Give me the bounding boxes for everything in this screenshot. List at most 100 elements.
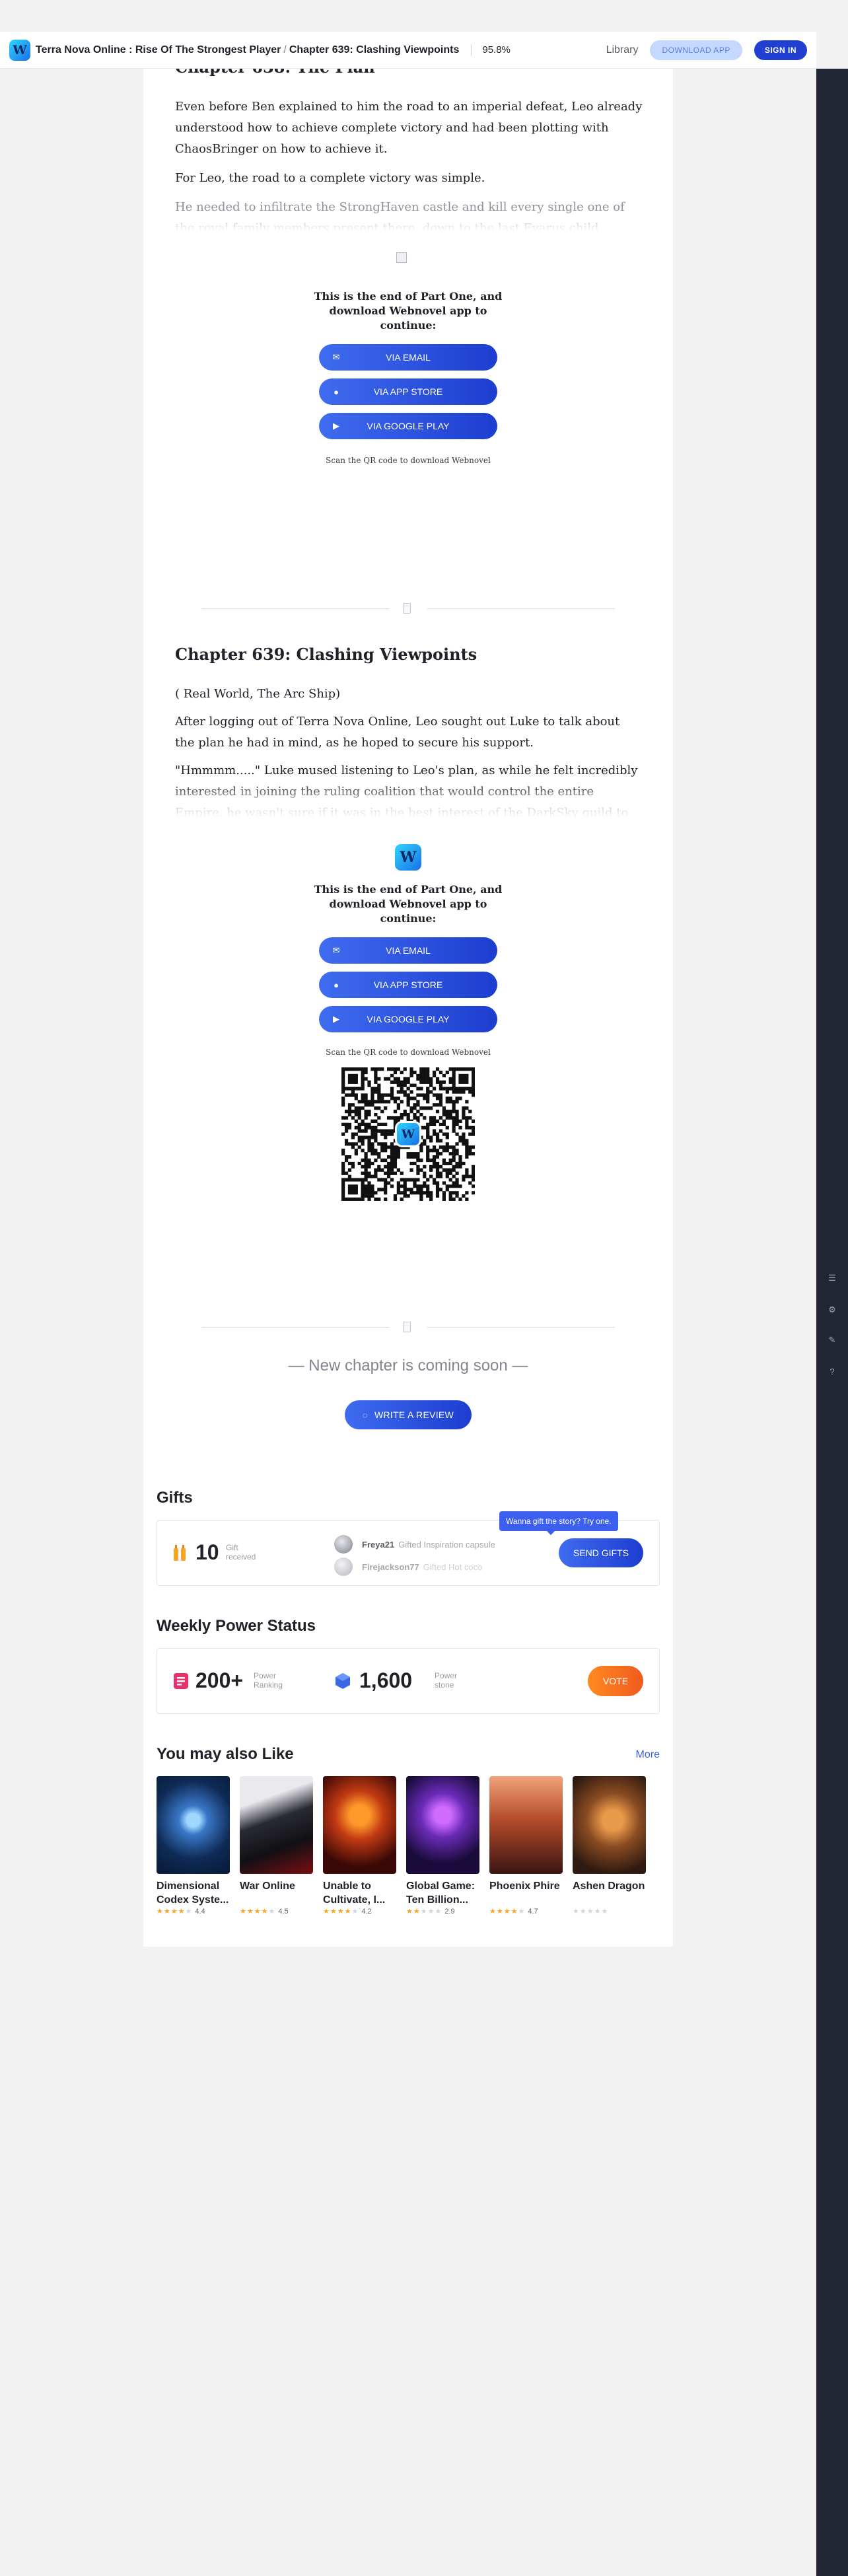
- chapter-divider: [201, 1322, 615, 1332]
- qr-code: W: [339, 1065, 477, 1203]
- right-tool-rail: ☰ ⚙ ✎ ?: [816, 69, 848, 2576]
- book-title[interactable]: Global Game: Ten Billion...: [406, 1879, 479, 1907]
- google-play-icon: ▶: [333, 421, 339, 431]
- power-card: 200+ Power Ranking 1,600 Power stone VOTE: [157, 1648, 660, 1714]
- divider: [471, 44, 472, 56]
- book-card[interactable]: War Online ★★★★★ 4.5: [240, 1776, 313, 1915]
- more-link[interactable]: More: [636, 1749, 660, 1761]
- via-email-label: VIA EMAIL: [386, 352, 431, 363]
- rating-stars: ★★★★★ 4.5: [240, 1908, 289, 1915]
- rating-stars: ★★★★★ 2.9: [406, 1908, 455, 1915]
- coming-soon-text: — New chapter is coming soon —: [288, 1357, 528, 1375]
- table-of-contents-icon[interactable]: ☰: [828, 1273, 837, 1283]
- book-card[interactable]: Unable to Cultivate, I... ★★★★★ 4.2: [323, 1776, 396, 1915]
- download-app-button[interactable]: DOWNLOAD APP: [650, 40, 742, 60]
- paragraph: For Leo, the road to a complete victory …: [175, 171, 485, 185]
- report-icon[interactable]: ✎: [828, 1336, 837, 1345]
- top-bar: W Terra Nova Online : Rise Of The Strong…: [0, 32, 816, 69]
- via-app-store-button[interactable]: ● VIA APP STORE: [319, 972, 497, 998]
- book-icon: [403, 603, 411, 614]
- via-email-button[interactable]: ✉ VIA EMAIL: [319, 344, 497, 371]
- sign-in-button[interactable]: SIGN IN: [754, 40, 807, 60]
- broken-image-icon: [396, 252, 407, 263]
- settings-icon[interactable]: ⚙: [828, 1305, 837, 1314]
- breadcrumb-separator: /: [283, 44, 287, 55]
- avatar[interactable]: [334, 1557, 353, 1576]
- google-play-icon: ▶: [333, 1014, 339, 1024]
- book-cover[interactable]: [157, 1776, 230, 1874]
- email-icon: ✉: [332, 945, 340, 955]
- weekly-power-title: Weekly Power Status: [157, 1617, 316, 1635]
- book-card[interactable]: Ashen Dragon ★★★★★: [573, 1776, 646, 1915]
- reading-progress: 95.8%: [482, 44, 511, 55]
- locked-paragraph: He needed to infiltrate the StrongHaven …: [175, 200, 625, 231]
- gift-count: 10: [195, 1540, 219, 1564]
- locked-paragraph: "Hmmmm....." Luke mused listening to Leo…: [175, 764, 638, 818]
- apple-icon: ●: [334, 386, 339, 397]
- unlock-prompt-title: This is the end of Part One, and downloa…: [314, 290, 503, 332]
- help-icon[interactable]: ?: [828, 1367, 837, 1377]
- gifter-name[interactable]: Firejackson77: [362, 1562, 419, 1572]
- via-app-store-label: VIA APP STORE: [373, 386, 443, 397]
- library-link[interactable]: Library: [606, 44, 639, 56]
- webnovel-logo[interactable]: W: [9, 39, 30, 61]
- power-stone-label: Power stone: [435, 1671, 458, 1690]
- paragraph: After logging out of Terra Nova Online, …: [175, 715, 620, 750]
- gift-icon: [174, 1545, 186, 1561]
- gift-action: Gifted Inspiration capsule: [398, 1539, 495, 1550]
- via-google-play-button[interactable]: ▶ VIA GOOGLE PLAY: [319, 413, 497, 439]
- chapter-639-title: Chapter 639: Clashing Viewpoints: [175, 645, 477, 664]
- gift-action: Gifted Hot coco: [423, 1561, 483, 1572]
- via-app-store-label: VIA APP STORE: [373, 980, 443, 990]
- qr-note: Scan the QR code to download Webnovel: [326, 1048, 491, 1057]
- gifts-card: 10 Gift received Freya21 Gifted Inspiratio…: [157, 1511, 660, 1586]
- recommend-title: You may also Like: [157, 1745, 294, 1763]
- book-title[interactable]: Phoenix Phire: [489, 1879, 563, 1907]
- via-app-store-button[interactable]: ● VIA APP STORE: [319, 378, 497, 405]
- chapter-title: Chapter 639: Clashing Viewpoints: [289, 44, 460, 55]
- via-email-button[interactable]: ✉ VIA EMAIL: [319, 937, 497, 964]
- gift-entry: Freya21 Gifted Inspiration capsule: [334, 1535, 495, 1554]
- book-card[interactable]: Global Game: Ten Billion... ★★★★★ 2.9: [406, 1776, 479, 1915]
- power-ranking-icon: [174, 1673, 188, 1689]
- book-title[interactable]: War Online: [240, 1879, 313, 1907]
- qr-note: Scan the QR code to download Webnovel: [326, 456, 491, 465]
- paragraph: Even before Ben explained to him the roa…: [175, 100, 643, 156]
- via-google-play-label: VIA GOOGLE PLAY: [367, 1014, 450, 1024]
- book-title[interactable]: Dimensional Codex Syste...: [157, 1879, 230, 1907]
- via-email-label: VIA EMAIL: [386, 945, 431, 956]
- paragraph: ( Real World, The Arc Ship): [175, 687, 341, 701]
- via-google-play-button[interactable]: ▶ VIA GOOGLE PLAY: [319, 1006, 497, 1032]
- book-title[interactable]: Unable to Cultivate, I...: [323, 1879, 396, 1907]
- rating-stars: ★★★★★ 4.7: [489, 1908, 538, 1915]
- gift-tooltip: Wanna gift the story? Try one.: [499, 1511, 618, 1535]
- rating-stars: ★★★★★: [573, 1908, 609, 1915]
- comment-icon: ◌: [362, 1410, 368, 1420]
- chapter-639-content: Chapter 639: Clashing Viewpoints ( Real …: [175, 645, 643, 818]
- breadcrumb: Terra Nova Online : Rise Of The Stronges…: [36, 44, 459, 56]
- book-title-link[interactable]: Terra Nova Online : Rise Of The Stronges…: [36, 44, 281, 55]
- book-cover[interactable]: [573, 1776, 646, 1874]
- email-icon: ✉: [332, 352, 340, 362]
- book-cover[interactable]: [323, 1776, 396, 1874]
- chapter-638-text: Even before Ben explained to him the roa…: [175, 96, 643, 231]
- webnovel-app-icon: W: [395, 844, 421, 871]
- power-stone-value: 1,600: [359, 1668, 413, 1692]
- book-card[interactable]: Dimensional Codex Syste... ★★★★★ 4.4: [157, 1776, 230, 1915]
- unlock-prompt-title: This is the end of Part One, and downloa…: [314, 883, 503, 925]
- book-cover[interactable]: [489, 1776, 563, 1874]
- avatar[interactable]: [334, 1535, 353, 1554]
- write-review-label: WRITE A REVIEW: [374, 1410, 454, 1420]
- book-card[interactable]: Phoenix Phire ★★★★★ 4.7: [489, 1776, 563, 1915]
- gifter-name[interactable]: Freya21: [362, 1540, 394, 1550]
- book-title[interactable]: Ashen Dragon: [573, 1879, 646, 1907]
- rating-stars: ★★★★★ 4.2: [323, 1908, 372, 1915]
- write-review-button[interactable]: ◌ WRITE A REVIEW: [345, 1400, 472, 1429]
- apple-icon: ●: [334, 980, 339, 990]
- reader-column: Chapter 638: The Plan Even before Ben ex…: [143, 65, 673, 1947]
- book-cover[interactable]: [240, 1776, 313, 1874]
- via-google-play-label: VIA GOOGLE PLAY: [367, 421, 450, 431]
- book-cover[interactable]: [406, 1776, 479, 1874]
- send-gifts-button[interactable]: SEND GIFTS: [559, 1538, 643, 1567]
- vote-button[interactable]: VOTE: [588, 1666, 643, 1696]
